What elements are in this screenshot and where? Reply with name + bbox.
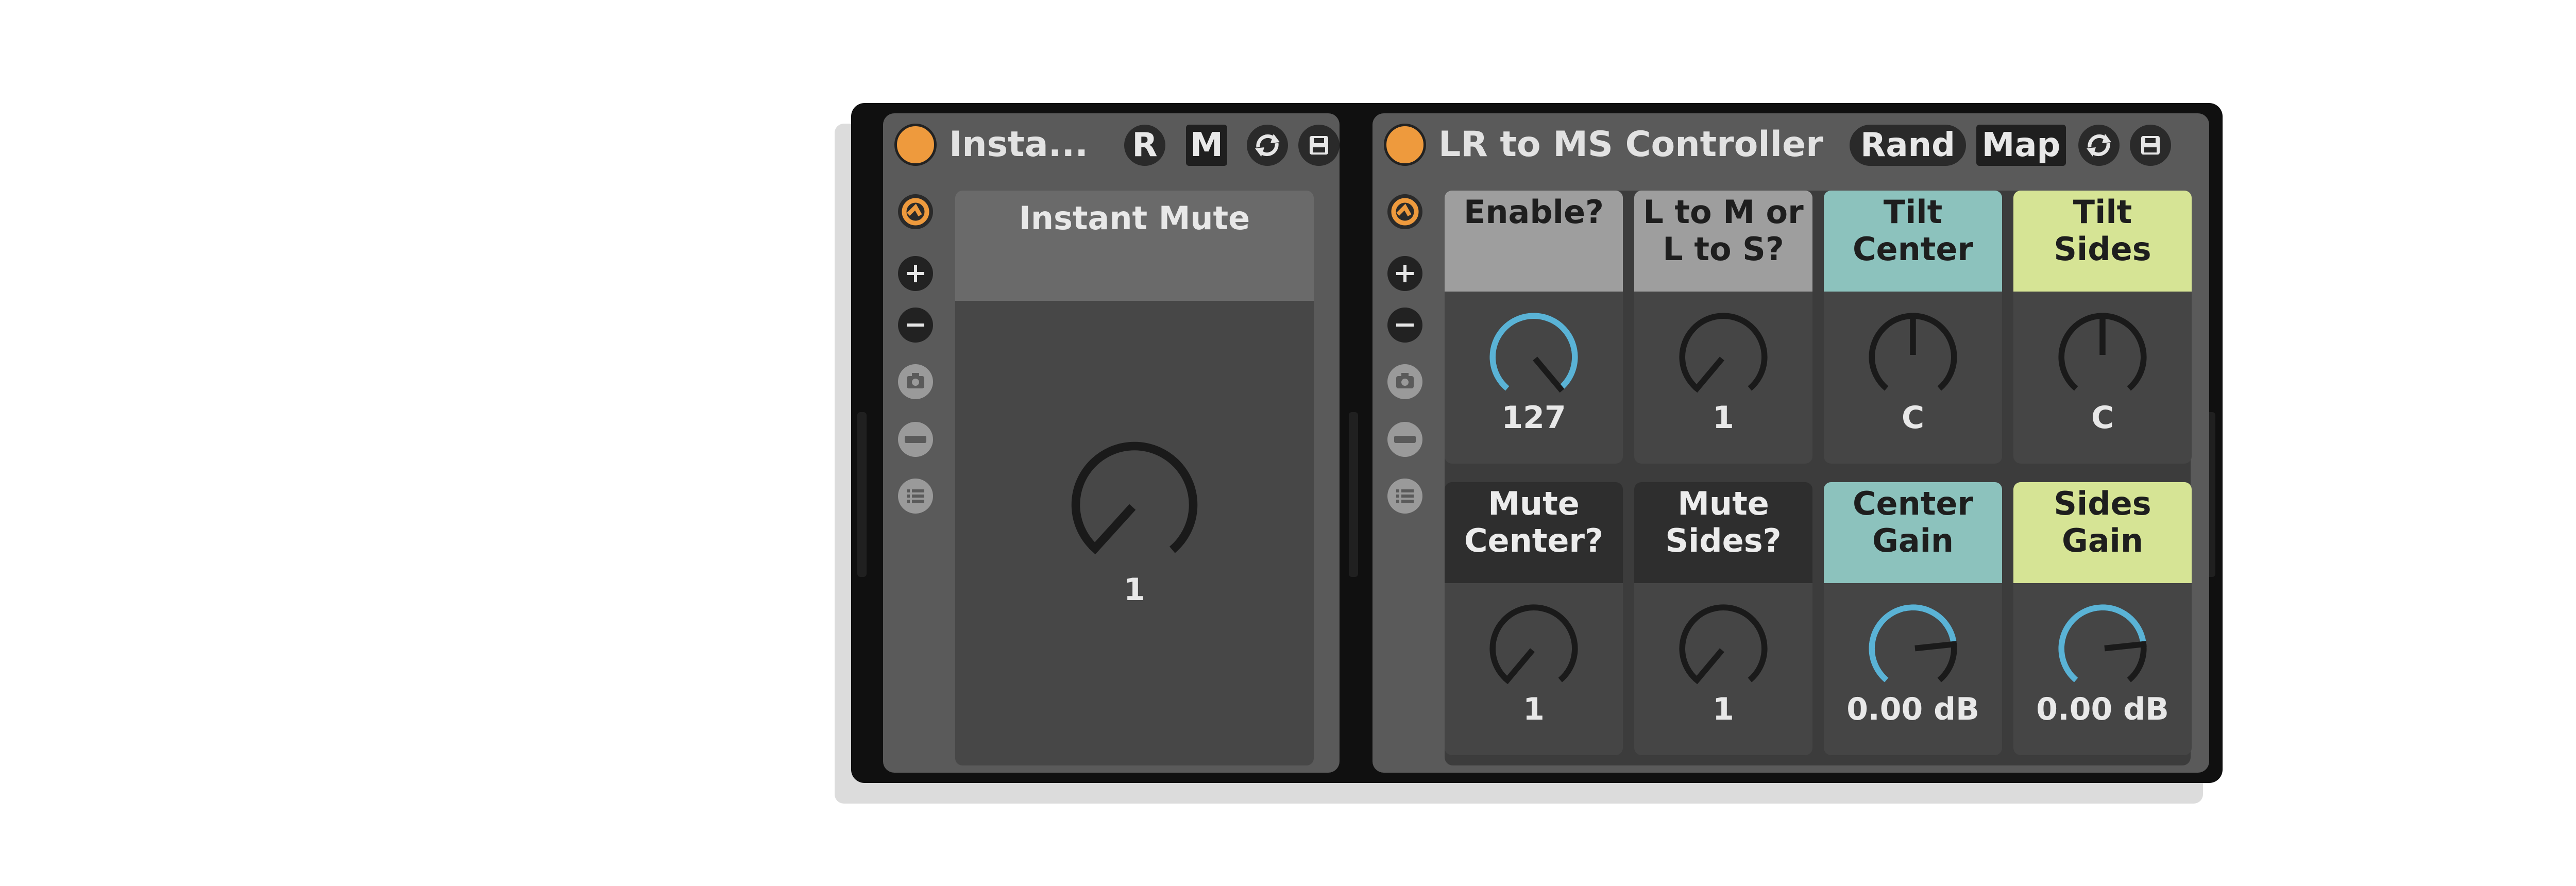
show-macros-plus-icon[interactable] bbox=[1385, 253, 1425, 294]
macro-knob[interactable] bbox=[1669, 594, 1777, 703]
macro-label: Instant Mute bbox=[955, 191, 1314, 301]
device-title-bar[interactable]: LR to MS Controller Rand Map bbox=[1372, 113, 2209, 167]
device-power-button[interactable] bbox=[894, 124, 937, 166]
macro-label-line: Gain bbox=[1872, 522, 1954, 559]
macro-value: 1 bbox=[1713, 400, 1734, 436]
knob-track bbox=[1679, 604, 1768, 683]
macro-label-line: L to M or bbox=[1643, 193, 1804, 231]
lr-to-ms-controller-device: LR to MS Controller Rand Map Enable? 127… bbox=[1372, 113, 2209, 773]
hide-macros-minus-icon[interactable] bbox=[895, 305, 936, 345]
macro-cell[interactable]: Tilt Sides C bbox=[2013, 191, 2192, 464]
macro-value: 127 bbox=[1501, 400, 1566, 436]
macro-cell[interactable]: Center Gain 0.00 dB bbox=[1824, 482, 2002, 755]
macro-label-line: Center? bbox=[1464, 522, 1603, 559]
rack-logo-icon bbox=[895, 192, 936, 232]
macro-label: Enable? bbox=[1445, 191, 1623, 292]
macro-value: 0.00 dB bbox=[1846, 691, 1979, 727]
device-title[interactable]: LR to MS Controller bbox=[1438, 123, 1823, 167]
rack-m-button[interactable]: M bbox=[1186, 125, 1227, 166]
macro-panel: Instant Mute 1 bbox=[955, 191, 1314, 765]
macro-value: C bbox=[1901, 400, 1925, 436]
knob-pointer bbox=[1914, 641, 1957, 652]
map-button[interactable]: Map bbox=[1976, 125, 2066, 166]
macro-label-line: Enable? bbox=[1464, 193, 1604, 231]
knob-pointer bbox=[1089, 504, 1136, 555]
hot-swap-icon[interactable] bbox=[2078, 125, 2120, 166]
macro-label-line: Tilt bbox=[1883, 193, 1943, 231]
macro-label-line: L to S? bbox=[1663, 230, 1784, 268]
chain-list-icon[interactable] bbox=[895, 476, 936, 516]
macro-label-line: Sides? bbox=[1665, 522, 1782, 559]
knob-track bbox=[1071, 441, 1198, 553]
snapshot-camera-icon[interactable] bbox=[1385, 362, 1425, 402]
snapshot-camera-icon[interactable] bbox=[895, 362, 936, 402]
macro-label-line: Center bbox=[1853, 230, 1973, 268]
macro-cell[interactable]: Sides Gain 0.00 dB bbox=[2013, 482, 2192, 755]
macro-cell[interactable]: Mute Center? 1 bbox=[1445, 482, 1623, 755]
macro-label-line: Sides bbox=[2054, 485, 2151, 522]
rand-button[interactable]: Rand bbox=[1850, 125, 1966, 166]
macro-label-line: Mute bbox=[1488, 485, 1580, 522]
instant-mute-device: Insta... R M Instant Mute 1 bbox=[883, 113, 1340, 773]
instant-mute-knob[interactable] bbox=[1057, 428, 1212, 582]
macro-knob[interactable] bbox=[1669, 303, 1777, 411]
device-title-bar[interactable]: Insta... R M bbox=[883, 113, 1340, 167]
save-preset-icon[interactable] bbox=[2130, 125, 2171, 166]
macro-value: 1 bbox=[1124, 572, 1145, 608]
macro-cell[interactable]: Enable? 127 bbox=[1445, 191, 1623, 464]
chain-list-icon[interactable] bbox=[1385, 476, 1425, 516]
knob-pointer bbox=[1692, 356, 1724, 393]
knob-track bbox=[1489, 604, 1578, 683]
knob-pointer bbox=[1692, 648, 1724, 685]
knob-pointer bbox=[1503, 648, 1535, 685]
show-macros-plus-icon[interactable] bbox=[895, 253, 936, 294]
rack-logo-icon bbox=[1385, 192, 1425, 232]
chain-grip-left[interactable] bbox=[857, 412, 867, 577]
macro-label: Sides Gain bbox=[2013, 482, 2192, 583]
rack-view-icon[interactable] bbox=[895, 419, 936, 459]
knob-pointer bbox=[2104, 641, 2147, 652]
save-preset-icon[interactable] bbox=[1298, 125, 1340, 166]
knob-pointer bbox=[1533, 356, 1565, 393]
macro-label: Tilt Sides bbox=[2013, 191, 2192, 292]
macro-value: 1 bbox=[1523, 691, 1545, 727]
macro-label: Tilt Center bbox=[1824, 191, 2002, 292]
macro-knob[interactable] bbox=[2048, 303, 2157, 411]
macro-label: L to M or L to S? bbox=[1634, 191, 1812, 292]
macro-knob[interactable] bbox=[1859, 594, 1967, 703]
macro-cell[interactable]: L to M or L to S? 1 bbox=[1634, 191, 1812, 464]
device-power-button[interactable] bbox=[1384, 124, 1426, 166]
knob-track bbox=[1679, 313, 1768, 391]
hide-macros-minus-icon[interactable] bbox=[1385, 305, 1425, 345]
macro-label: Mute Center? bbox=[1445, 482, 1623, 583]
device-title[interactable]: Insta... bbox=[949, 123, 1088, 167]
macro-label-line: Sides bbox=[2054, 230, 2151, 268]
macro-knob[interactable] bbox=[2048, 594, 2157, 703]
rack-r-button[interactable]: R bbox=[1124, 125, 1165, 166]
macro-cell-instant-mute[interactable]: Instant Mute 1 bbox=[955, 191, 1314, 765]
macro-knob[interactable] bbox=[1480, 303, 1588, 411]
macro-grid: Enable? 127 L to M or L to S? 1 Tilt Center C Ti… bbox=[1445, 191, 2192, 765]
chain-grip-middle[interactable] bbox=[1349, 412, 1358, 577]
macro-value: 1 bbox=[1713, 691, 1734, 727]
macro-label-line: Mute bbox=[1677, 485, 1769, 522]
macro-label-line: Gain bbox=[2061, 522, 2144, 559]
macro-cell[interactable]: Tilt Center C bbox=[1824, 191, 2002, 464]
macro-label-line: Tilt bbox=[2073, 193, 2132, 231]
knob-value-arc bbox=[1489, 313, 1578, 391]
macro-cell[interactable]: Mute Sides? 1 bbox=[1634, 482, 1812, 755]
macro-knob[interactable] bbox=[1480, 594, 1588, 703]
hot-swap-icon[interactable] bbox=[1247, 125, 1288, 166]
macro-label: Center Gain bbox=[1824, 482, 2002, 583]
rack-view-icon[interactable] bbox=[1385, 419, 1425, 459]
macro-value: C bbox=[2091, 400, 2114, 436]
macro-label: Mute Sides? bbox=[1634, 482, 1812, 583]
device-chain: Insta... R M Instant Mute 1 LR to MS Con… bbox=[851, 103, 2223, 783]
macro-label-line: Center bbox=[1853, 485, 1973, 522]
macro-knob[interactable] bbox=[1859, 303, 1967, 411]
macro-value: 0.00 dB bbox=[2036, 691, 2169, 727]
